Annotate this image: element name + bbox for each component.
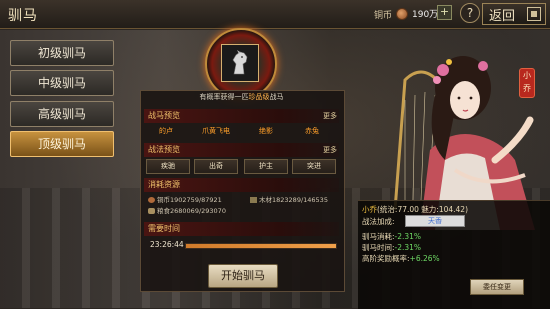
skill-item[interactable]: 护主 (244, 159, 288, 174)
skill-item[interactable]: 突进 (292, 159, 336, 174)
time-bonus: 驯马时间:-2.31% (362, 242, 421, 253)
grain-cost: 粮食2680069/293070 (148, 205, 226, 215)
back-label: 返回 (489, 9, 516, 24)
wood-icon (250, 197, 257, 203)
skill-bonus-label: 战法加成: (362, 217, 395, 226)
resources-title: 消耗资源 (148, 180, 180, 189)
time-progress-fill (186, 244, 336, 248)
tab-top[interactable]: 顶级驯马 (10, 131, 114, 157)
skill-preview-list: 疾驰 出奇 护主 突进 (146, 159, 338, 174)
reward-notice: 有概率获得一匹珍品级战马 (140, 92, 343, 102)
time-bonus-value: -2.31% (394, 243, 422, 252)
consume-bonus: 驯马消耗:-2.31% (362, 231, 421, 242)
skill-bonus-name[interactable]: 天香 (405, 215, 465, 227)
notice-suffix: 战马 (269, 93, 284, 101)
resources-header: 消耗资源 (144, 178, 339, 192)
time-title: 需要时间 (148, 224, 180, 233)
top-bar: 驯马 铜币 190万 + ? 返回 (0, 0, 550, 29)
character-stats: 小乔(统治:77.00 魅力:104.42) (362, 204, 468, 215)
tab-advanced[interactable]: 高级驯马 (10, 101, 114, 127)
tab-intermediate[interactable]: 中级驯马 (10, 70, 114, 96)
page-title: 驯马 (8, 8, 38, 24)
copper-cost: 铜币1902759/87921 (148, 194, 222, 204)
horse-preview-more-button[interactable]: 更多 (323, 111, 337, 121)
change-appointment-button[interactable]: 委任变更 (470, 279, 524, 295)
grain-icon (148, 208, 155, 214)
notice-highlight: 珍品级 (248, 93, 270, 101)
copper-coin-icon (396, 8, 408, 20)
start-training-button[interactable]: 开始驯马 (208, 264, 278, 288)
reward-bonus-label: 高阶奖励概率: (362, 254, 410, 263)
horse-preview-title: 战马预览 (148, 111, 180, 120)
reward-bonus: 高阶奖励概率:+6.26% (362, 253, 440, 264)
horse-portrait-frame (221, 44, 259, 82)
consume-value: -2.31% (394, 232, 422, 241)
time-value: 23:26:44 (150, 240, 184, 249)
horse-item[interactable]: 绝影 (246, 125, 286, 138)
consume-label: 驯马消耗: (362, 232, 395, 241)
skill-preview-title: 战法预览 (148, 145, 180, 154)
horse-item[interactable]: 的卢 (146, 125, 186, 138)
back-button[interactable]: 返回 (482, 3, 546, 25)
skill-item[interactable]: 疾驰 (146, 159, 190, 174)
reward-bonus-value: +6.26% (409, 254, 440, 263)
skill-preview-more-button[interactable]: 更多 (323, 145, 337, 155)
horse-item[interactable]: 赤兔 (292, 125, 332, 138)
skill-item[interactable]: 出奇 (194, 159, 238, 174)
add-coin-button[interactable]: + (437, 5, 452, 20)
character-attributes: (统治:77.00 魅力:104.42) (377, 205, 469, 214)
time-bonus-label: 驯马时间: (362, 243, 395, 252)
tab-basic[interactable]: 初级驯马 (10, 40, 114, 66)
wood-cost-value: 木材1823289/146535 (259, 196, 328, 204)
time-header: 需要时间 (144, 222, 339, 236)
character-name: 小乔 (362, 205, 377, 214)
wood-cost: 木材1823289/146535 (250, 194, 328, 204)
character-name-tag: 小乔 (519, 68, 535, 98)
coin-label: 铜币 (374, 11, 393, 21)
copper-icon (148, 197, 155, 203)
horse-icon (232, 50, 248, 75)
horse-item[interactable]: 爪黄飞电 (194, 125, 238, 138)
horse-preview-list: 的卢 爪黄飞电 绝影 赤兔 (146, 125, 338, 139)
grain-cost-value: 粮食2680069/293070 (157, 207, 226, 215)
time-progress-bar (185, 243, 337, 249)
coin-value: 190万 (412, 10, 439, 20)
horse-preview-header: 战马预览 更多 (144, 109, 339, 123)
help-button[interactable]: ? (460, 3, 480, 23)
notice-prefix: 有概率获得一匹 (199, 93, 249, 101)
back-icon (527, 7, 541, 21)
copper-cost-value: 铜币1902759/87921 (157, 196, 222, 204)
skill-preview-header: 战法预览 更多 (144, 143, 339, 157)
